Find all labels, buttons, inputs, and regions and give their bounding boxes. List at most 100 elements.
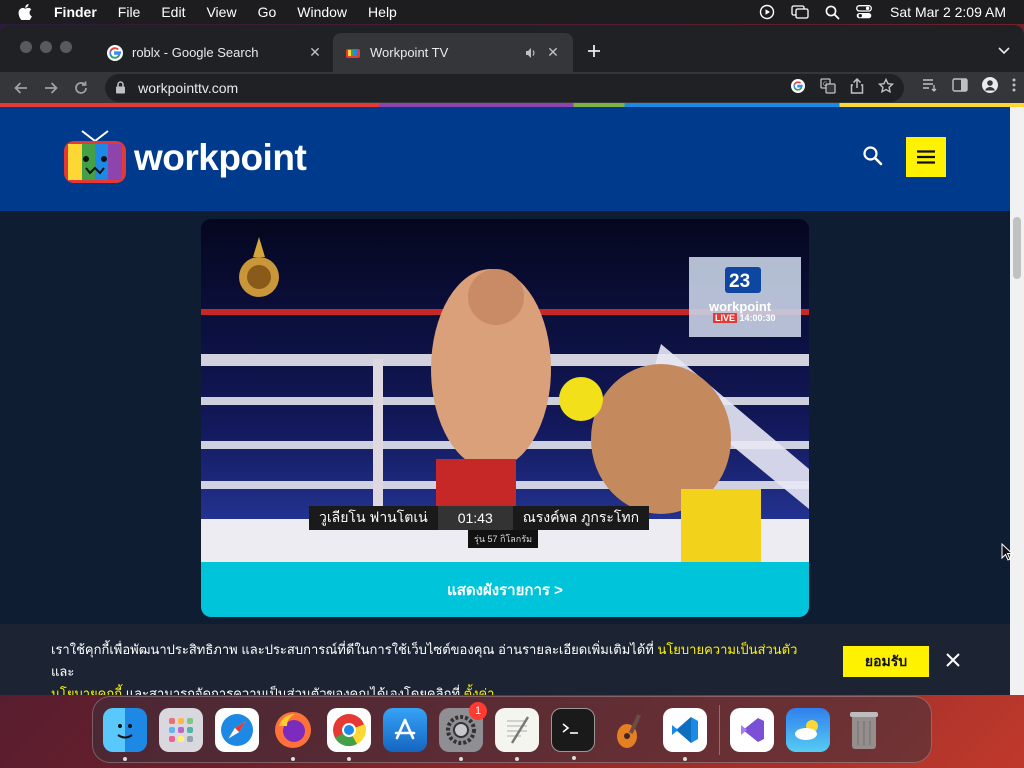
running-indicator: [683, 756, 687, 761]
cookie-policy-link[interactable]: นโยบายคุกกี้: [51, 686, 122, 695]
cookie-message: เราใช้คุกกี้เพื่อพัฒนาประสิทธิภาพ และประ…: [51, 639, 811, 695]
finder-icon[interactable]: [103, 707, 147, 761]
launchpad-icon[interactable]: [159, 707, 203, 752]
back-arrow-icon[interactable]: [8, 74, 33, 102]
bookmark-star-icon[interactable]: [877, 77, 895, 97]
close-tab-icon[interactable]: ✕: [307, 44, 323, 61]
close-banner-icon[interactable]: [946, 653, 962, 669]
weight-class: รุ่น 57 กิโลกรัม: [468, 530, 539, 548]
channel-number: 23: [729, 271, 751, 292]
scrollbar-thumb[interactable]: [1013, 217, 1021, 279]
tab-strip: roblx - Google Search ✕ Workpoint TV ✕: [0, 25, 1024, 72]
fighter-left-name: วูเลียโน ฟานโตเน่: [309, 506, 438, 530]
channel-23-badge-icon: [689, 257, 801, 337]
live-badge: LIVE: [713, 313, 738, 323]
app-menu-finder[interactable]: Finder: [54, 4, 97, 20]
reload-icon[interactable]: [69, 74, 94, 102]
translate-icon[interactable]: G: [820, 78, 836, 97]
menu-edit[interactable]: Edit: [161, 4, 185, 20]
close-window-button[interactable]: [20, 41, 32, 53]
spotlight-search-icon[interactable]: [825, 5, 840, 20]
running-indicator: [291, 756, 295, 761]
menu-go[interactable]: Go: [258, 4, 277, 20]
menubar-clock[interactable]: Sat Mar 2 2:09 AM: [890, 4, 1006, 20]
minimize-window-button[interactable]: [40, 41, 52, 53]
apple-menu-icon[interactable]: [18, 4, 34, 20]
weather-icon[interactable]: [786, 707, 830, 752]
page-scrollbar[interactable]: [1010, 107, 1024, 695]
control-center-icon[interactable]: [856, 5, 872, 19]
google-lens-icon[interactable]: [790, 78, 806, 97]
speaker-icon[interactable]: [525, 47, 537, 59]
vscode-icon[interactable]: [663, 707, 707, 761]
running-indicator: [515, 756, 519, 761]
url-text[interactable]: workpointtv.com: [138, 80, 790, 96]
fight-scoreboard: วูเลียโน ฟานโตเน่ 01:43 ณรงค์พล ภูกระโทก: [309, 506, 650, 530]
reading-list-icon[interactable]: [922, 78, 938, 97]
browser-toolbar: workpointtv.com G: [0, 72, 1024, 103]
new-tab-icon[interactable]: [583, 40, 605, 62]
privacy-policy-link[interactable]: นโยบายความเป็นส่วนตัว: [657, 642, 797, 657]
trash-icon[interactable]: [842, 708, 886, 752]
menu-file[interactable]: File: [118, 4, 141, 20]
show-schedule-button[interactable]: แสดงผังรายการ >: [201, 562, 809, 617]
live-video-player[interactable]: 23 workpoint LIVE 14:00:30 วูเลียโน ฟานโ…: [201, 219, 809, 617]
running-indicator: [123, 756, 127, 761]
menu-view[interactable]: View: [206, 4, 236, 20]
tab-title: Workpoint TV: [370, 45, 449, 60]
web-page: workpoint 23 workpoint LIVE 14:00:30 วูเ…: [0, 107, 1010, 695]
menu-bar: Finder File Edit View Go Window Help Sat…: [0, 0, 1024, 24]
close-tab-icon[interactable]: ✕: [545, 44, 561, 61]
chrome-icon[interactable]: [327, 707, 371, 761]
macos-dock: 1: [92, 696, 932, 763]
tab-title: roblx - Google Search: [132, 45, 259, 60]
dock-separator: [719, 704, 720, 755]
cookie-text-3: และสามารถจัดการความเป็นส่วนตัวของคุณได้เ…: [122, 686, 464, 695]
cookie-settings-link[interactable]: ตั้งค่า: [464, 686, 495, 695]
address-bar[interactable]: workpointtv.com G: [105, 73, 904, 102]
share-icon[interactable]: [850, 77, 864, 97]
notification-badge: 1: [469, 701, 487, 720]
now-playing-icon[interactable]: [759, 4, 775, 20]
tab-workpoint-tv[interactable]: Workpoint TV ✕: [333, 33, 573, 72]
tab-google-search[interactable]: roblx - Google Search ✕: [95, 33, 335, 72]
svg-text:G: G: [823, 81, 828, 88]
live-indicator: LIVE 14:00:30: [713, 313, 776, 323]
google-icon: [107, 44, 123, 61]
firefox-icon[interactable]: [271, 708, 315, 761]
screen-mirroring-icon[interactable]: [791, 5, 809, 19]
system-settings-icon[interactable]: 1: [439, 701, 487, 761]
cookie-text-1: เราใช้คุกกี้เพื่อพัฒนาประสิทธิภาพ และประ…: [51, 642, 658, 657]
site-search-icon[interactable]: [862, 145, 886, 169]
workpoint-logo[interactable]: workpoint: [62, 129, 307, 187]
hamburger-menu-button[interactable]: [906, 137, 946, 177]
app-store-icon[interactable]: [383, 707, 427, 752]
site-header: workpoint: [0, 107, 1010, 211]
running-indicator: [459, 756, 463, 761]
garageband-icon[interactable]: [607, 708, 651, 752]
menu-window[interactable]: Window: [297, 4, 347, 20]
lock-icon[interactable]: [115, 81, 126, 94]
cookie-text-2: และ: [51, 664, 75, 679]
workpoint-icon: [345, 45, 361, 61]
side-panel-icon[interactable]: [952, 78, 968, 97]
terminal-icon[interactable]: [551, 707, 595, 760]
tab-search-chevron-icon[interactable]: [998, 42, 1010, 60]
running-indicator: [572, 755, 576, 760]
hamburger-icon: [917, 150, 935, 164]
menu-help[interactable]: Help: [368, 4, 397, 20]
profile-avatar-icon[interactable]: [982, 77, 998, 98]
visual-studio-icon[interactable]: [730, 707, 774, 752]
running-indicator: [347, 756, 351, 761]
zoom-window-button[interactable]: [60, 41, 72, 53]
fighter-right-name: ณรงค์พล ภูกระโทก: [512, 506, 650, 530]
window-controls: [20, 41, 72, 53]
accept-cookies-button[interactable]: ยอมรับ: [843, 646, 929, 677]
chrome-menu-icon[interactable]: [1012, 78, 1016, 97]
mouse-cursor-icon: [1001, 542, 1014, 566]
safari-icon[interactable]: [215, 707, 259, 752]
channel-name: workpoint: [709, 299, 772, 314]
textedit-icon[interactable]: [495, 707, 539, 761]
forward-arrow-icon[interactable]: [38, 74, 63, 102]
round-timer: 01:43: [437, 506, 513, 530]
